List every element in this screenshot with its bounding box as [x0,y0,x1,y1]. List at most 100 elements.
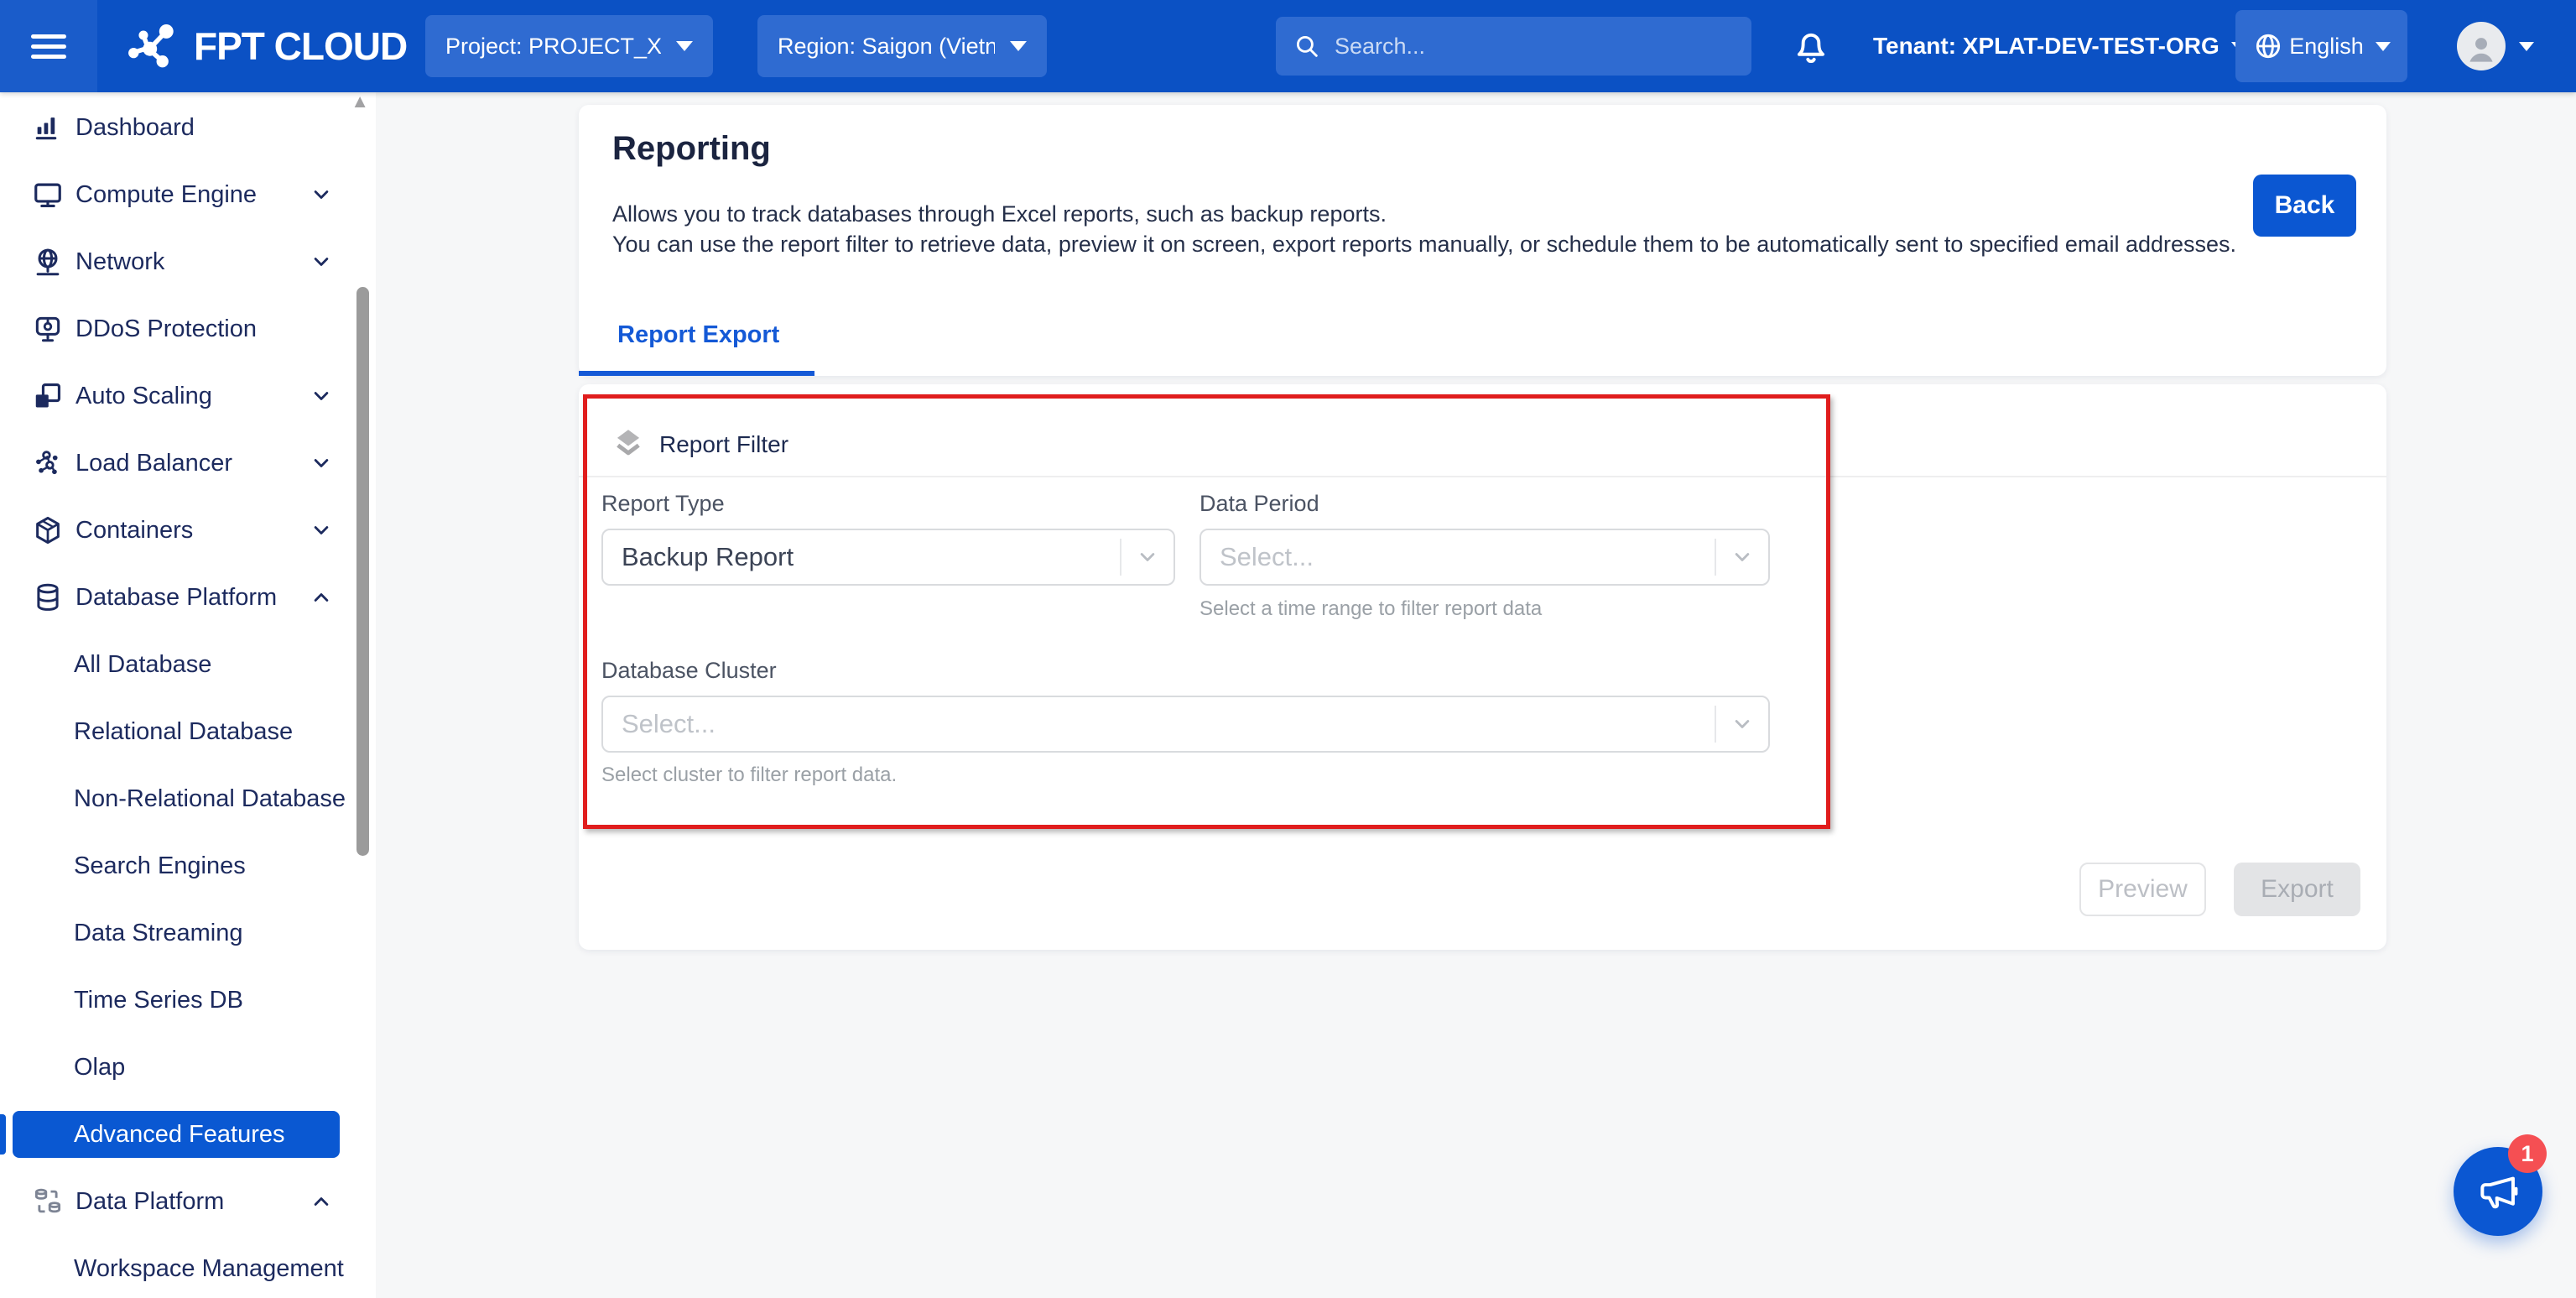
compute-icon [32,179,64,211]
sidebar-item-label: Compute Engine [75,181,257,209]
ddos-icon [32,313,64,345]
sidebar-item-workspace-management[interactable]: Workspace Management [0,1235,376,1298]
sidebar-item-label: Data Platform [75,1188,224,1216]
network-icon [32,246,64,278]
project-selector-label: Project: PROJECT_XPL... [445,34,661,60]
sidebar-scrollbar-thumb[interactable] [356,287,369,856]
hamburger-icon [31,29,66,65]
sidebar-nav: Dashboard Compute Engine Network DDoS Prote… [0,94,376,1298]
sidebar-item-label: Data Streaming [74,920,243,947]
sidebar-item-label: Olap [74,1054,125,1082]
database-cluster-placeholder: Select... [622,709,1715,739]
sidebar-item-label: Containers [75,517,193,545]
back-button[interactable]: Back [2253,175,2356,237]
top-navbar: FPT CLOUD Project: PROJECT_XPL... Region… [0,0,2576,92]
select-divider [1715,706,1716,743]
sidebar-item-non-relational-database[interactable]: Non-Relational Database [0,765,376,832]
region-selector[interactable]: Region: Saigon (Vietn... [757,15,1047,77]
sidebar-item-compute-engine[interactable]: Compute Engine [0,161,376,228]
autoscaling-icon [32,380,64,412]
report-filter-card: Report Filter Report Type Backup Report … [579,384,2386,950]
user-menu[interactable] [2457,0,2534,92]
sidebar-item-label: Advanced Features [74,1121,284,1149]
sidebar-item-label: Non-Relational Database [74,785,346,813]
search-icon [1293,32,1321,60]
page-description-line1: Allows you to track databases through Ex… [612,199,2236,229]
page-description: Allows you to track databases through Ex… [612,199,2236,259]
language-selector[interactable]: English [2235,10,2407,82]
sidebar-item-load-balancer[interactable]: Load Balancer [0,430,376,497]
report-type-label: Report Type [601,491,725,517]
sidebar-item-olap[interactable]: Olap [0,1034,376,1101]
sidebar-item-label: Time Series DB [74,987,243,1014]
sidebar-item-network[interactable]: Network [0,228,376,295]
database-cluster-select[interactable]: Select... [601,696,1770,753]
search-input[interactable] [1335,34,1735,60]
caret-down-icon [2519,42,2534,51]
sidebar-item-search-engines[interactable]: Search Engines [0,832,376,899]
tab-report-export[interactable]: Report Export [579,299,814,376]
language-selector-label: English [2289,34,2364,60]
avatar [2457,22,2506,70]
chevron-down-icon [1730,545,1755,570]
notifications-button[interactable] [1787,22,1835,70]
select-divider [1120,539,1121,576]
person-icon [2463,30,2500,67]
database-cluster-helper: Select cluster to filter report data. [601,764,897,787]
tenant-selector-label: Tenant: XPLAT-DEV-TEST-ORG [1873,33,2220,60]
chevron-up-icon [309,1189,334,1214]
app-window: FPT CLOUD Project: PROJECT_XPL... Region… [0,0,2576,1298]
containers-icon [32,514,64,546]
sidebar-item-data-platform[interactable]: Data Platform [0,1168,376,1235]
reporting-card: Reporting Allows you to track databases … [579,105,2386,376]
report-filter-title: Report Filter [659,431,788,458]
sidebar-item-label: All Database [74,651,211,679]
caret-down-icon [2376,42,2391,51]
chevron-down-icon [309,182,334,207]
project-selector[interactable]: Project: PROJECT_XPL... [425,15,713,77]
chevron-down-icon [309,451,334,476]
sidebar-item-label: DDoS Protection [75,315,257,343]
sidebar-item-data-streaming[interactable]: Data Streaming [0,899,376,967]
chevron-down-icon [309,518,334,543]
data-period-select[interactable]: Select... [1200,529,1770,586]
sidebar-item-containers[interactable]: Containers [0,497,376,564]
sidebar-item-time-series-db[interactable]: Time Series DB [0,967,376,1034]
caret-down-icon [1010,41,1027,51]
brand-logo: FPT CLOUD [120,0,407,92]
export-button[interactable]: Export [2234,863,2360,916]
chevron-down-icon [1730,712,1755,737]
sidebar-item-database-platform[interactable]: Database Platform [0,564,376,631]
sidebar-item-ddos-protection[interactable]: DDoS Protection [0,295,376,362]
sidebar-item-all-database[interactable]: All Database [0,631,376,698]
data-period-placeholder: Select... [1220,542,1715,572]
bell-icon [1789,24,1833,68]
select-divider [1715,539,1716,576]
preview-button[interactable]: Preview [2079,863,2206,916]
global-search [1276,17,1751,76]
chevron-down-icon [309,383,334,409]
sidebar-item-label: Network [75,248,164,276]
region-selector-label: Region: Saigon (Vietn... [778,34,995,60]
sidebar-item-label: Workspace Management [74,1255,344,1283]
sidebar: ▲ DashboardCompute EngineNetworkDDoS Pro… [0,92,376,1298]
sidebar-item-relational-database[interactable]: Relational Database [0,698,376,765]
tenant-selector[interactable]: Tenant: XPLAT-DEV-TEST-ORG [1873,0,2246,92]
notification-badge: 1 [2508,1134,2547,1173]
report-type-value: Backup Report [622,542,1120,572]
chevron-up-icon [309,585,334,610]
sidebar-item-auto-scaling[interactable]: Auto Scaling [0,362,376,430]
dataplatform-icon [32,1186,64,1217]
chevron-down-icon [1135,545,1160,570]
section-divider [579,476,2386,477]
report-type-select[interactable]: Backup Report [601,529,1175,586]
sidebar-item-label: Search Engines [74,852,246,880]
sidebar-item-dashboard[interactable]: Dashboard [0,94,376,161]
brand-logo-text: FPT CLOUD [194,23,407,69]
megaphone-icon [2475,1168,2521,1215]
database-icon [32,581,64,613]
menu-button[interactable] [0,0,97,92]
sidebar-item-advanced-features[interactable]: Advanced Features [13,1111,340,1158]
page-title: Reporting [612,130,771,168]
globe-icon [2252,30,2284,62]
